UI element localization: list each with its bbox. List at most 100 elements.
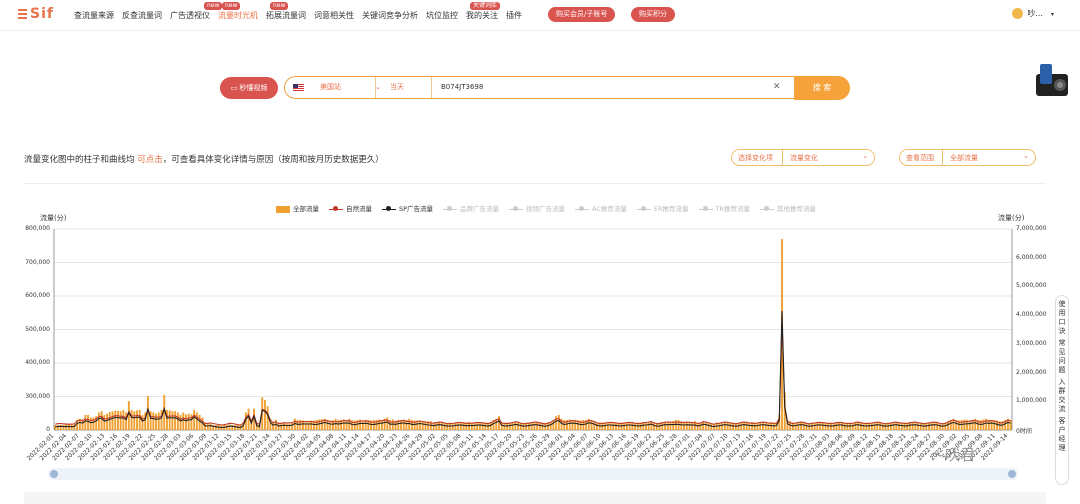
traffic-bar[interactable] bbox=[386, 417, 389, 430]
traffic-bar[interactable] bbox=[274, 419, 277, 430]
traffic-bar[interactable] bbox=[176, 412, 179, 430]
natural-traffic-line[interactable] bbox=[55, 321, 1011, 426]
traffic-bar[interactable] bbox=[487, 422, 490, 430]
traffic-bar[interactable] bbox=[865, 422, 868, 430]
traffic-bar[interactable] bbox=[323, 418, 326, 430]
help-item-1[interactable]: 常见问题 bbox=[1056, 339, 1068, 375]
traffic-bar[interactable] bbox=[718, 422, 721, 430]
traffic-bar[interactable] bbox=[604, 422, 607, 430]
traffic-bar[interactable] bbox=[103, 414, 106, 430]
traffic-bar[interactable] bbox=[342, 419, 345, 430]
traffic-bar[interactable] bbox=[661, 421, 664, 430]
slider-handle-right[interactable] bbox=[1008, 470, 1016, 478]
traffic-bar[interactable] bbox=[440, 422, 443, 430]
traffic-bar[interactable] bbox=[250, 419, 253, 430]
traffic-bar[interactable] bbox=[78, 418, 81, 430]
traffic-bar[interactable] bbox=[748, 422, 751, 430]
traffic-bar[interactable] bbox=[658, 422, 661, 430]
traffic-bar[interactable] bbox=[228, 424, 231, 430]
traffic-bar[interactable] bbox=[552, 419, 555, 430]
traffic-bar[interactable] bbox=[514, 421, 517, 430]
legend-item-3[interactable]: 品牌广告流量 bbox=[443, 203, 499, 213]
traffic-bar[interactable] bbox=[484, 422, 487, 430]
traffic-bar[interactable] bbox=[195, 412, 198, 430]
traffic-bar[interactable] bbox=[840, 422, 843, 430]
traffic-bar[interactable] bbox=[54, 424, 57, 430]
traffic-bar[interactable] bbox=[138, 409, 141, 430]
traffic-bar[interactable] bbox=[187, 413, 190, 430]
traffic-bar[interactable] bbox=[555, 416, 558, 430]
traffic-bar[interactable] bbox=[525, 422, 528, 430]
traffic-bar[interactable] bbox=[209, 423, 212, 430]
traffic-bar[interactable] bbox=[527, 422, 530, 430]
traffic-bar[interactable] bbox=[481, 422, 484, 430]
traffic-bar[interactable] bbox=[277, 422, 280, 430]
traffic-bar[interactable] bbox=[868, 422, 871, 430]
traffic-bar[interactable] bbox=[364, 419, 367, 430]
traffic-bar[interactable] bbox=[870, 422, 873, 430]
traffic-bar[interactable] bbox=[966, 419, 969, 430]
traffic-bar[interactable] bbox=[933, 422, 936, 430]
traffic-bar[interactable] bbox=[707, 422, 710, 430]
traffic-bar[interactable] bbox=[941, 422, 944, 430]
traffic-bar[interactable] bbox=[693, 421, 696, 430]
traffic-bar[interactable] bbox=[990, 419, 993, 430]
traffic-bar[interactable] bbox=[914, 422, 917, 430]
traffic-bar[interactable] bbox=[781, 239, 783, 430]
traffic-bar[interactable] bbox=[168, 410, 171, 430]
traffic-bar[interactable] bbox=[723, 422, 726, 430]
traffic-bar[interactable] bbox=[236, 424, 239, 430]
traffic-bar[interactable] bbox=[334, 418, 337, 430]
nav-item-0[interactable]: 查流量来源 bbox=[74, 11, 114, 20]
traffic-bar[interactable] bbox=[378, 419, 381, 430]
traffic-bar[interactable] bbox=[895, 422, 898, 430]
traffic-bar[interactable] bbox=[432, 422, 435, 430]
traffic-bar[interactable] bbox=[503, 422, 506, 430]
traffic-bar[interactable] bbox=[283, 422, 285, 430]
asin-input[interactable]: B074JT3698 bbox=[441, 77, 741, 98]
traffic-bar[interactable] bbox=[585, 419, 588, 430]
traffic-bar[interactable] bbox=[473, 422, 476, 430]
traffic-bar[interactable] bbox=[884, 422, 887, 430]
traffic-bar[interactable] bbox=[435, 422, 438, 430]
traffic-bar[interactable] bbox=[397, 419, 400, 430]
traffic-bar[interactable] bbox=[791, 422, 794, 430]
traffic-bar[interactable] bbox=[146, 396, 149, 430]
traffic-bar[interactable] bbox=[533, 422, 536, 430]
traffic-bar[interactable] bbox=[892, 422, 895, 430]
traffic-bar[interactable] bbox=[590, 419, 593, 430]
traffic-bar[interactable] bbox=[560, 418, 563, 430]
legend-item-4[interactable]: 视频广告流量 bbox=[509, 203, 565, 213]
traffic-bar[interactable] bbox=[957, 420, 960, 430]
traffic-bar[interactable] bbox=[832, 422, 835, 430]
traffic-bar[interactable] bbox=[522, 422, 525, 430]
traffic-bar[interactable] bbox=[198, 414, 201, 430]
traffic-bar[interactable] bbox=[247, 408, 250, 430]
traffic-bar[interactable] bbox=[329, 420, 332, 430]
traffic-bar[interactable] bbox=[389, 419, 392, 430]
traffic-bar[interactable] bbox=[495, 418, 498, 430]
traffic-bar[interactable] bbox=[816, 422, 819, 430]
user-menu[interactable]: 吵... ▾ bbox=[1012, 8, 1054, 19]
buy-member-button[interactable]: 购买会员/子账号 bbox=[548, 7, 616, 22]
traffic-bar[interactable] bbox=[887, 422, 890, 430]
traffic-bar[interactable] bbox=[310, 420, 313, 430]
traffic-bar[interactable] bbox=[598, 422, 601, 430]
traffic-bar[interactable] bbox=[838, 422, 841, 430]
traffic-bar[interactable] bbox=[938, 422, 941, 430]
nav-item-6[interactable]: 关键词竞争分析 bbox=[362, 11, 418, 20]
traffic-bar[interactable] bbox=[985, 418, 988, 430]
traffic-bar[interactable] bbox=[846, 422, 849, 430]
nav-item-5[interactable]: 词意相关性 bbox=[314, 11, 354, 20]
traffic-bar[interactable] bbox=[149, 411, 152, 430]
traffic-bar[interactable] bbox=[337, 419, 340, 430]
traffic-bar[interactable] bbox=[824, 422, 827, 430]
video-guide-button[interactable]: ▭ 秒懂视频 bbox=[220, 77, 278, 99]
traffic-bar[interactable] bbox=[881, 422, 884, 430]
traffic-bar[interactable] bbox=[854, 422, 857, 430]
traffic-bar[interactable] bbox=[326, 419, 329, 430]
nav-item-3[interactable]: 流量时光机 new bbox=[218, 2, 258, 20]
traffic-bar[interactable] bbox=[955, 419, 958, 430]
traffic-bar[interactable] bbox=[759, 422, 762, 430]
traffic-bar[interactable] bbox=[944, 422, 947, 430]
